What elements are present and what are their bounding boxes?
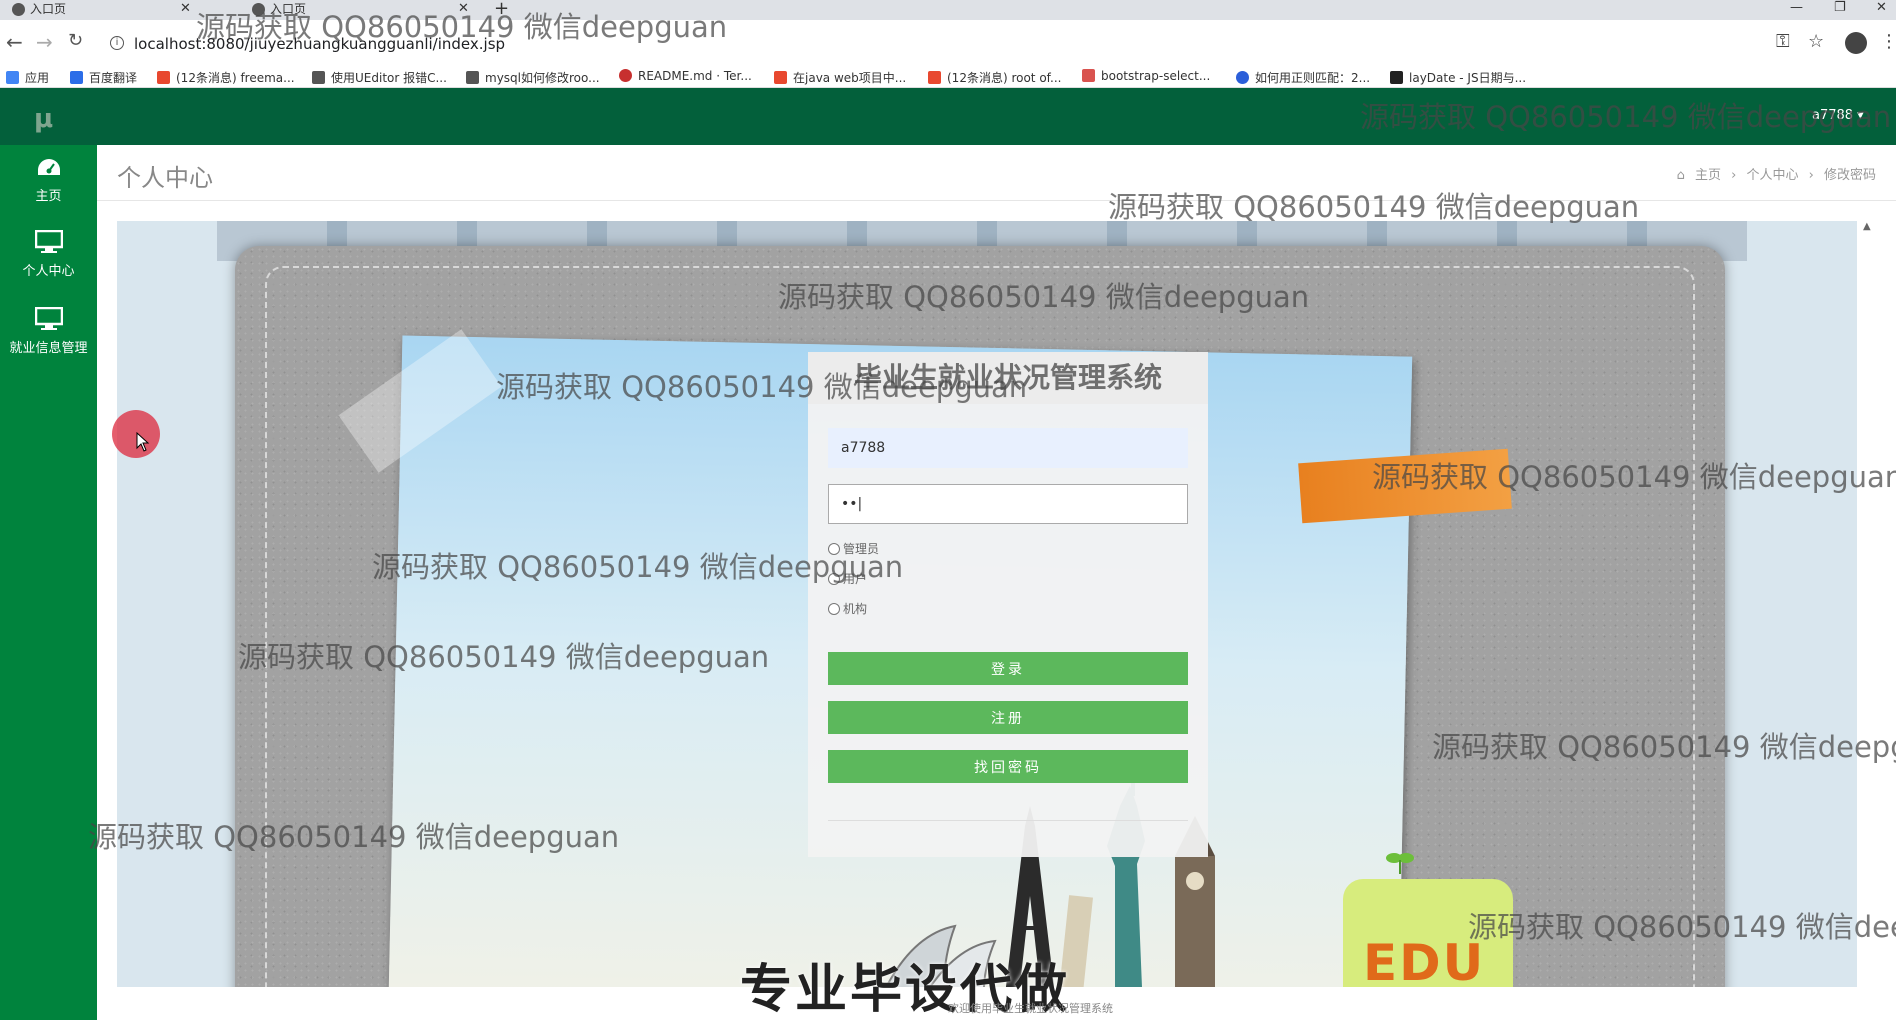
password-input[interactable]: ••| [828,484,1188,524]
bookmark-item[interactable]: (12条消息) freema... [157,69,295,86]
radio-button[interactable] [828,603,840,615]
apps-grid-icon [6,71,19,84]
minimize-icon[interactable]: — [1790,0,1803,15]
bookmark-favicon [928,71,941,84]
bookmark-favicon [157,71,170,84]
breadcrumb-home[interactable]: 主页 [1695,168,1721,183]
reload-icon[interactable]: ↻ [68,30,83,51]
bookmark-item[interactable]: README.md · Ter... [619,69,752,83]
star-icon[interactable]: ☆ [1808,31,1824,52]
sidebar-item-label: 主页 [35,189,62,204]
bookmark-favicon [466,71,479,84]
sprout-icon [1386,853,1414,874]
login-title: 毕业生就业状况管理系统 [808,352,1208,404]
register-button[interactable]: 注册 [828,701,1188,734]
bookmark-item[interactable]: bootstrap-select... [1082,69,1210,83]
monitor-icon [34,307,63,330]
forward-icon[interactable]: → [36,30,53,54]
menu-icon[interactable]: ⋮ [1880,31,1896,52]
tab-title: 入口页 [270,2,307,16]
bookmarks-bar: 应用 百度翻译 (12条消息) freema... 使用UEditor 报错C.… [0,66,1896,88]
dashboard-icon [37,159,60,175]
breadcrumb-separator: › [1731,168,1737,183]
breadcrumb-personal-center[interactable]: 个人中心 [1746,168,1798,183]
globe-icon [12,3,25,16]
browser-tab-1[interactable]: 入口页 ✕ [0,0,191,20]
sidebar-item-label: 个人中心 [22,264,75,279]
bookmark-apps[interactable]: 应用 [6,69,49,86]
bookmark-favicon [312,71,325,84]
login-panel: 毕业生就业状况管理系统 a7788 ••| 管理员 用户 机构 登录 注册 找回… [808,352,1208,857]
bookmark-item[interactable]: 使用UEditor 报错C... [312,69,447,86]
bookmark-item[interactable]: layDate - JS日期与... [1390,69,1526,86]
role-label: 用户 [843,572,868,586]
role-option-institution[interactable]: 机构 [828,600,867,617]
close-icon[interactable]: ✕ [458,0,469,18]
sidebar-item-personal-center[interactable]: 个人中心 [0,230,97,279]
app-logo[interactable]: μ [34,104,53,134]
profile-avatar[interactable] [1845,32,1867,54]
sidebar-item-employment-info[interactable]: 就业信息管理 [0,307,97,356]
role-option-user[interactable]: 用户 [828,570,867,587]
bookmark-favicon [1082,69,1095,82]
bookmark-favicon [774,71,787,84]
edu-illustration: EDU [1343,879,1513,987]
browser-tab-2[interactable]: 入口页 ✕ [240,0,470,20]
app-header: μ a7788 ▾ [0,88,1896,145]
role-option-admin[interactable]: 管理员 [828,540,879,557]
mouse-cursor-icon [136,432,150,452]
user-menu[interactable]: a7788 ▾ [1812,108,1864,123]
welcome-text: 欢迎使用毕业生就业状况管理系统 [948,1002,1113,1015]
page-header: 个人中心 ⌂ 主页 › 个人中心 › 修改密码 [97,145,1896,201]
bookmark-favicon [70,71,83,84]
monitor-icon [34,230,63,253]
embedded-login-frame: EDU 毕业生就业状况管理系统 a7788 ••| 管理员 用户 机构 登录 注 [117,221,1857,987]
role-label: 管理员 [843,542,880,556]
bookmark-item[interactable]: 百度翻译 [70,69,137,86]
login-button[interactable]: 登录 [828,652,1188,685]
info-icon[interactable]: i [110,36,124,50]
sidebar-item-label: 就业信息管理 [9,341,88,356]
url-field[interactable]: i localhost:8080/jiuyezhuangkuangguanli/… [110,30,1770,58]
address-bar-row: ← → ↻ i localhost:8080/jiuyezhuangkuangg… [0,20,1896,66]
radio-button[interactable] [828,573,840,585]
tab-title: 入口页 [30,2,67,16]
bookmark-item[interactable]: 在java web项目中... [774,69,906,86]
edu-text: EDU [1363,934,1486,987]
bookmark-favicon [1390,71,1403,84]
bookmark-favicon [1236,71,1249,84]
close-icon[interactable]: ✕ [180,0,191,18]
username-input[interactable]: a7788 [828,428,1188,468]
radio-button[interactable] [828,543,840,555]
scrollbar-up-arrow[interactable]: ▲ [1863,221,1871,232]
sidebar: 主页 个人中心 就业信息管理 [0,145,97,1020]
bookmark-item[interactable]: 如何用正则匹配：2... [1236,69,1370,86]
breadcrumb: ⌂ 主页 › 个人中心 › 修改密码 [1671,164,1876,183]
bookmark-item[interactable]: (12条消息) root of... [928,69,1061,86]
key-icon[interactable]: ⚿ [1776,31,1790,52]
bookmark-favicon [619,69,632,82]
page-title: 个人中心 [117,164,213,192]
recover-password-button[interactable]: 找回密码 [828,750,1188,783]
role-label: 机构 [843,602,868,616]
back-icon[interactable]: ← [6,30,23,54]
sidebar-item-home[interactable]: 主页 [0,157,97,204]
bookmark-item[interactable]: mysql如何修改roo... [466,69,600,86]
restore-icon[interactable]: ❐ [1834,0,1846,15]
breadcrumb-change-password: 修改密码 [1823,168,1876,183]
new-tab-icon[interactable]: + [494,0,509,19]
breadcrumb-separator: › [1808,168,1814,183]
home-icon: ⌂ [1676,168,1685,183]
browser-tab-bar: 入口页 ✕ 入口页 ✕ + — ❐ ✕ [0,0,1896,20]
close-window-icon[interactable]: ✕ [1876,0,1887,15]
divider [828,820,1188,821]
globe-icon [252,3,265,16]
url-text: localhost:8080/jiuyezhuangkuangguanli/in… [134,35,506,53]
main-content: 个人中心 ⌂ 主页 › 个人中心 › 修改密码 EDU 毕业生就业状况管理系统 … [97,145,1896,1020]
